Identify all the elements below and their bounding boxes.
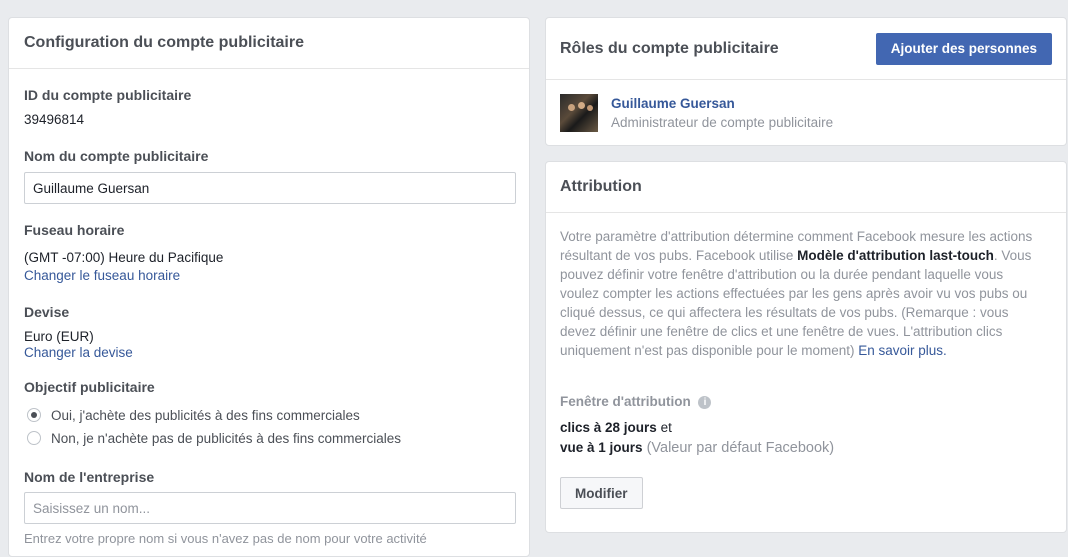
role-person-row: Guillaume Guersan Administrateur de comp… xyxy=(560,94,833,132)
change-timezone-link[interactable]: Changer le fuseau horaire xyxy=(24,268,180,283)
currency-label: Devise xyxy=(24,304,70,320)
account-name-label: Nom du compte publicitaire xyxy=(24,148,209,164)
timezone-label: Fuseau horaire xyxy=(24,222,125,238)
objective-option-non-commercial-label: Non, je n'achète pas de publicités à des… xyxy=(51,430,402,446)
attribution-description: Votre paramètre d'attribution détermine … xyxy=(560,227,1045,360)
account-name-input[interactable] xyxy=(24,172,516,204)
attribution-title: Attribution xyxy=(560,178,642,195)
attribution-model-name: Modèle d'attribution last-touch xyxy=(797,248,994,263)
roles-title: Rôles du compte publicitaire xyxy=(560,39,779,57)
attribution-window-label: Fenêtre d'attribution xyxy=(560,394,691,409)
account-id-value: 39496814 xyxy=(24,112,85,127)
business-name-input[interactable] xyxy=(24,492,516,524)
attribution-header: Attribution xyxy=(546,162,1066,213)
business-name-help: Entrez votre propre nom si vous n'avez p… xyxy=(24,531,427,546)
currency-value: Euro (EUR) xyxy=(24,329,94,344)
roles-panel: Rôles du compte publicitaire Ajouter des… xyxy=(545,17,1067,146)
info-icon[interactable]: i xyxy=(698,395,712,409)
clicks-window-value: clics à 28 jours xyxy=(560,420,657,435)
roles-header: Rôles du compte publicitaire Ajouter des… xyxy=(546,18,1066,80)
account-settings-panel: Configuration du compte publicitaire ID … xyxy=(8,17,530,557)
timezone-value: (GMT -07:00) Heure du Pacifique xyxy=(24,250,224,265)
user-photo-icon[interactable] xyxy=(560,94,598,132)
radio-checked-icon[interactable] xyxy=(27,408,41,422)
account-settings-header: Configuration du compte publicitaire xyxy=(9,18,529,69)
modify-button[interactable]: Modifier xyxy=(560,477,643,509)
business-name-label: Nom de l'entreprise xyxy=(24,469,155,485)
objective-option-commercial-label: Oui, j'achète des publicités à des fins … xyxy=(51,407,360,423)
attribution-window-label-row: Fenêtre d'attribution i xyxy=(560,394,712,409)
add-people-button[interactable]: Ajouter des personnes xyxy=(875,32,1052,65)
change-currency-link[interactable]: Changer la devise xyxy=(24,345,133,360)
objective-label: Objectif publicitaire xyxy=(24,379,155,395)
role-person-role: Administrateur de compte publicitaire xyxy=(611,115,834,130)
objective-option-non-commercial[interactable]: Non, je n'achète pas de publicités à des… xyxy=(27,427,401,449)
views-window-value: vue à 1 jours xyxy=(560,440,643,455)
account-id-label: ID du compte publicitaire xyxy=(24,87,192,103)
clicks-window-suffix: et xyxy=(656,420,672,435)
views-window-row: vue à 1 jours (Valeur par défaut Faceboo… xyxy=(560,440,834,456)
account-settings-title: Configuration du compte publicitaire xyxy=(24,34,304,51)
views-window-suffix: (Valeur par défaut Facebook) xyxy=(642,440,835,456)
attribution-description-part2: . Vous pouvez définir votre fenêtre d'at… xyxy=(560,248,1032,358)
clicks-window-row: clics à 28 jours et xyxy=(560,420,672,435)
radio-unchecked-icon[interactable] xyxy=(27,431,41,445)
objective-option-commercial[interactable]: Oui, j'achète des publicités à des fins … xyxy=(27,404,360,426)
learn-more-link[interactable]: En savoir plus. xyxy=(858,343,947,358)
attribution-panel: Attribution Votre paramètre d'attributio… xyxy=(545,161,1067,533)
role-person-name[interactable]: Guillaume Guersan xyxy=(611,95,833,113)
